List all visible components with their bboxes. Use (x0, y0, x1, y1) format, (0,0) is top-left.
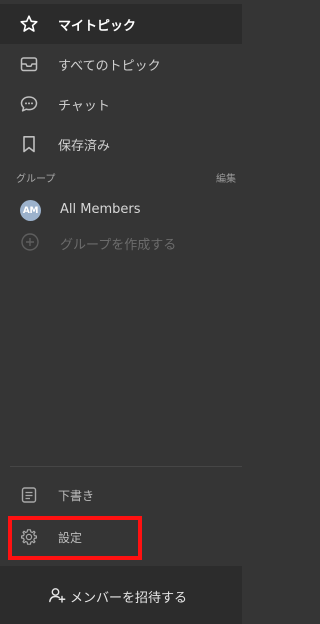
highlight-box (8, 516, 142, 560)
groups-section-header: グループ 編集 (0, 168, 242, 186)
nav-item-label: 保存済み (58, 138, 111, 154)
nav-item-saved[interactable]: 保存済み (0, 124, 242, 164)
create-group-label: グループを作成する (60, 238, 177, 253)
nav-item-label: チャット (58, 98, 110, 114)
nav-item-chat[interactable]: チャット (0, 84, 242, 124)
inbox-icon (19, 54, 39, 74)
invite-bar: メンバーを招待する (0, 566, 242, 624)
plus-circle-icon (20, 232, 40, 252)
nav-item-label: すべてのトピック (58, 58, 161, 74)
group-item-label: All Members (60, 202, 141, 217)
create-group-button[interactable]: グループを作成する (0, 225, 242, 257)
nav-item-label: マイトピック (58, 18, 137, 34)
add-user-icon (48, 586, 66, 604)
bookmark-icon (19, 134, 39, 154)
group-item-all-members[interactable]: AM All Members (0, 193, 242, 225)
avatar: AM (20, 200, 41, 221)
groups-edit-link[interactable]: 編集 (216, 170, 236, 185)
drafts-item[interactable]: 下書き (0, 477, 242, 513)
chat-bubble-icon (19, 94, 39, 114)
groups-section-title: グループ (16, 174, 56, 185)
nav-item-my-topics[interactable]: マイトピック (0, 4, 242, 44)
sidebar: マイトピック すべてのトピック チャット 保存済み グループ 編集 AM All… (0, 0, 242, 624)
divider (10, 466, 242, 467)
nav-item-all-topics[interactable]: すべてのトピック (0, 44, 242, 84)
drafts-label: 下書き (58, 489, 95, 503)
star-icon (19, 14, 39, 34)
document-icon (20, 486, 38, 504)
invite-members-button[interactable]: メンバーを招待する (0, 566, 242, 624)
invite-members-label: メンバーを招待する (70, 591, 188, 606)
